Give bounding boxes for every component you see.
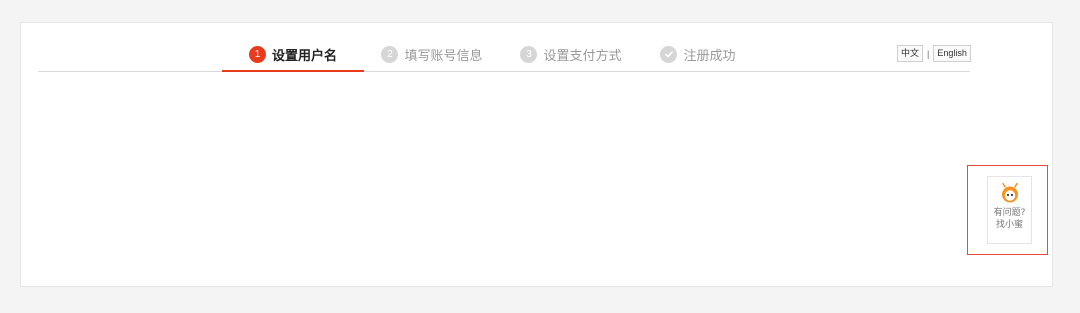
step-set-payment: 3 设置支付方式 [510,39,632,69]
help-text-line1: 有问题? [993,208,1026,218]
step-number-3: 3 [520,45,538,63]
language-switcher: 中文 | English [897,45,971,62]
steps-divider [38,71,970,72]
step-label: 填写账号信息 [404,48,483,64]
check-circle-icon [660,45,678,63]
step-register-success: 注册成功 [650,39,746,69]
step-set-username: 1 设置用户名 [222,39,364,72]
lang-chinese-button[interactable]: 中文 [897,45,924,62]
step-number-2: 2 [381,45,399,63]
registration-steps: 1 设置用户名 2 填写账号信息 3 设置支付方式 注册成功 [222,39,746,72]
help-text: 有问题? 找小蜜 [994,207,1026,231]
step-label: 设置支付方式 [543,48,622,64]
step-label: 注册成功 [683,48,736,64]
lang-english-button[interactable]: English [933,45,971,62]
help-assistant-button[interactable]: 有问题? 找小蜜 [987,176,1032,244]
lang-separator: | [927,48,930,59]
registration-card: 1 设置用户名 2 填写账号信息 3 设置支付方式 注册成功 中文 | Engl… [20,22,1053,287]
step-fill-account-info: 2 填写账号信息 [372,39,492,69]
mascot-icon [999,182,1021,204]
step-number-1: 1 [248,45,266,63]
help-text-line2: 找小蜜 [995,220,1023,230]
step-label: 设置用户名 [271,48,337,64]
